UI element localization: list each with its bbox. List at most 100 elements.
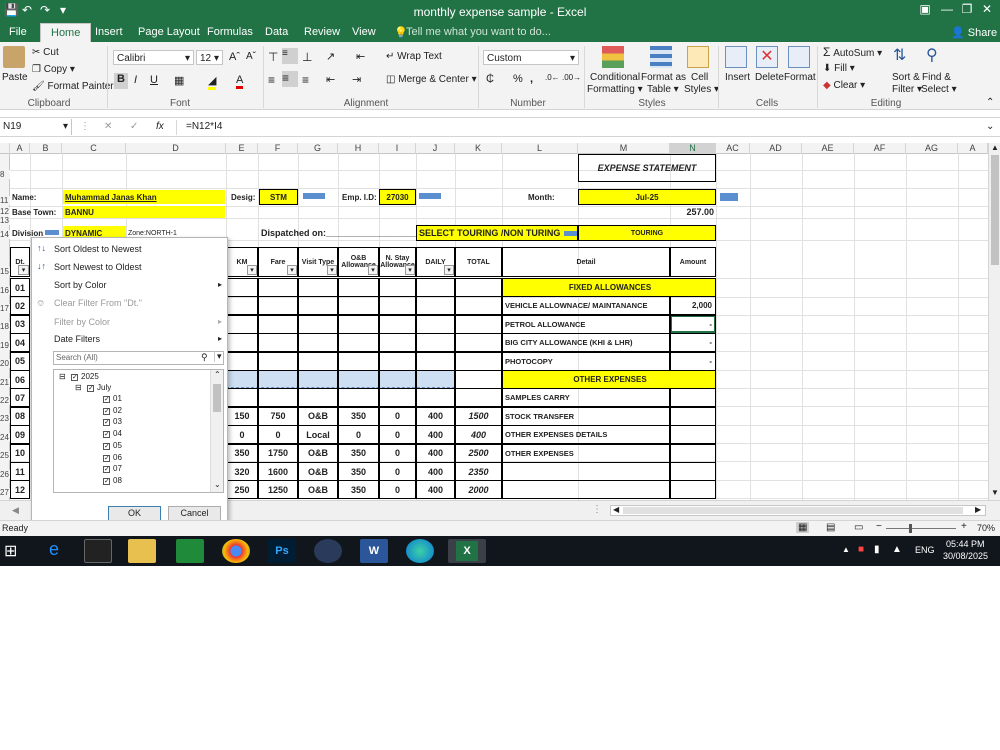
collapse-icon[interactable]: ⊟ bbox=[75, 383, 82, 392]
cell-total[interactable] bbox=[455, 351, 502, 371]
cell-ob[interactable]: 0 bbox=[338, 425, 379, 445]
increase-indent-icon[interactable]: ⇥ bbox=[352, 73, 361, 86]
format-table-icon[interactable] bbox=[650, 46, 672, 68]
bold-icon[interactable]: B bbox=[114, 73, 128, 89]
cell-visit[interactable]: O&B bbox=[298, 480, 338, 500]
detail-cell[interactable] bbox=[502, 480, 670, 500]
cell-km[interactable] bbox=[226, 296, 258, 316]
collapse-icon[interactable]: ⊟ bbox=[59, 372, 66, 381]
decrease-indent-icon[interactable]: ⇤ bbox=[326, 73, 335, 86]
tab-home[interactable]: Home bbox=[40, 23, 92, 42]
cell-fare[interactable] bbox=[258, 333, 298, 353]
borders-icon[interactable]: ▦ bbox=[174, 74, 184, 87]
checkbox-checked-icon[interactable]: ✓ bbox=[103, 466, 110, 474]
amount-cell[interactable] bbox=[670, 462, 716, 481]
align-right-icon[interactable]: ≡ bbox=[302, 73, 309, 87]
cell-visit[interactable] bbox=[298, 333, 338, 353]
sort-by-color[interactable]: Sort by Color bbox=[54, 280, 107, 290]
zoom-out-icon[interactable]: − bbox=[876, 521, 882, 532]
col-header[interactable]: AE bbox=[802, 143, 854, 154]
detail-cell[interactable]: STOCK TRANSFER bbox=[502, 406, 670, 426]
cell-daily[interactable] bbox=[416, 278, 455, 297]
row-header[interactable]: 14 bbox=[0, 230, 10, 239]
cell-fare[interactable]: 0 bbox=[258, 425, 298, 445]
zoom-in-icon[interactable]: + bbox=[961, 521, 967, 532]
cell-visit[interactable] bbox=[298, 278, 338, 297]
cell-km[interactable]: 0 bbox=[226, 425, 258, 445]
cell-visit[interactable] bbox=[298, 351, 338, 371]
font-size-box[interactable]: 12 ▾ bbox=[196, 50, 223, 65]
font-name-box[interactable]: Calibri ▾ bbox=[113, 50, 194, 65]
checkbox-checked-icon[interactable]: ✓ bbox=[103, 431, 110, 439]
filter-dropdown-icon[interactable]: ▾ bbox=[405, 265, 415, 275]
format-painter-button[interactable]: 🖌 Format Painter bbox=[32, 81, 114, 92]
format-cells-icon[interactable] bbox=[788, 46, 810, 68]
cell-ob[interactable] bbox=[338, 296, 379, 316]
zoom-slider-thumb[interactable] bbox=[909, 524, 912, 533]
sort-filter-button[interactable]: Sort & bbox=[892, 72, 920, 83]
col-header[interactable]: F bbox=[258, 143, 298, 154]
battery-icon[interactable]: ▮ bbox=[874, 544, 880, 555]
cell-daily[interactable]: 400 bbox=[416, 425, 455, 445]
collapse-ribbon-icon[interactable]: ⌃ bbox=[986, 97, 994, 108]
cell-ns[interactable]: 0 bbox=[379, 462, 416, 481]
cell-total[interactable]: 400 bbox=[455, 425, 502, 445]
detail-cell[interactable]: BIG CITY ALLOWANCE (KHI & LHR) bbox=[502, 333, 670, 353]
tray-network-icon[interactable]: ■ bbox=[858, 544, 864, 555]
merge-center-button[interactable]: ◫ Merge & Center ▾ bbox=[386, 74, 477, 85]
tab-view[interactable]: View bbox=[352, 26, 376, 38]
col-header[interactable]: K bbox=[455, 143, 502, 154]
row-header[interactable]: 18 bbox=[0, 322, 10, 331]
cell-ns[interactable] bbox=[379, 333, 416, 353]
cell-total[interactable] bbox=[455, 278, 502, 297]
prev-sheet-icon[interactable]: ◀ bbox=[12, 505, 19, 516]
scroll-up-icon[interactable]: ⌃ bbox=[214, 370, 221, 379]
cell-fare[interactable]: 1600 bbox=[258, 462, 298, 481]
rtl-icon[interactable]: ⇤ bbox=[356, 50, 365, 63]
cell-km[interactable] bbox=[226, 314, 258, 334]
ribbon-display-icon[interactable]: ▣ bbox=[916, 2, 934, 16]
amount-cell[interactable] bbox=[670, 425, 716, 445]
col-header[interactable]: J bbox=[416, 143, 455, 154]
row-header[interactable]: 8 bbox=[0, 170, 10, 179]
cell-fare[interactable] bbox=[258, 388, 298, 408]
more-options-icon[interactable]: ⋮ bbox=[592, 504, 602, 515]
cell-ob[interactable] bbox=[338, 333, 379, 353]
cell-ob[interactable] bbox=[338, 370, 379, 389]
find-select-button[interactable]: Find & bbox=[922, 72, 951, 83]
cell-total[interactable] bbox=[455, 370, 502, 389]
tab-insert[interactable]: Insert bbox=[95, 26, 123, 38]
language-indicator[interactable]: ENG bbox=[915, 545, 935, 555]
row-header[interactable]: 11 bbox=[0, 196, 10, 205]
cell-total[interactable] bbox=[455, 333, 502, 353]
clock-date[interactable]: 30/08/2025 bbox=[943, 551, 988, 561]
format-button[interactable]: Format bbox=[784, 72, 816, 83]
number-format-box[interactable]: Custom ▾ bbox=[483, 50, 579, 65]
cell-fare[interactable]: 750 bbox=[258, 406, 298, 426]
cell-dt[interactable]: 04 bbox=[10, 333, 30, 353]
cell-dt[interactable]: 08 bbox=[10, 406, 30, 426]
filter-list-scrollbar[interactable]: ⌃ ⌄ bbox=[210, 370, 223, 492]
comma-icon[interactable]: , bbox=[530, 73, 533, 85]
filter-dropdown-icon[interactable]: ▾ bbox=[287, 265, 297, 275]
detail-cell[interactable]: PETROL ALLOWANCE bbox=[502, 314, 670, 334]
cell-fare[interactable] bbox=[258, 314, 298, 334]
cell-ns[interactable] bbox=[379, 314, 416, 334]
cell-ob[interactable]: 350 bbox=[338, 480, 379, 500]
amount-cell[interactable] bbox=[670, 443, 716, 463]
page-break-view-icon[interactable]: ▭ bbox=[854, 522, 863, 533]
row-header[interactable]: 19 bbox=[0, 341, 10, 350]
amount-cell[interactable]: 2,000 bbox=[670, 296, 716, 316]
underline-icon[interactable]: U bbox=[150, 74, 158, 86]
detail-cell[interactable]: OTHER EXPENSES bbox=[502, 443, 670, 463]
fill-button[interactable]: ⬇ Fill ▾ bbox=[823, 63, 855, 74]
checkbox-checked-icon[interactable]: ✓ bbox=[103, 477, 110, 485]
cell-dt[interactable]: 06 bbox=[10, 370, 30, 389]
cell-dt[interactable]: 07 bbox=[10, 388, 30, 408]
align-center-icon[interactable]: ≡ bbox=[282, 71, 298, 87]
cell-total[interactable]: 1500 bbox=[455, 406, 502, 426]
zoom-level[interactable]: 70% bbox=[977, 523, 995, 533]
photoshop-icon[interactable]: Ps bbox=[268, 539, 296, 563]
cell-km[interactable] bbox=[226, 333, 258, 353]
filter-dropdown-icon[interactable]: ▾ bbox=[247, 265, 257, 275]
